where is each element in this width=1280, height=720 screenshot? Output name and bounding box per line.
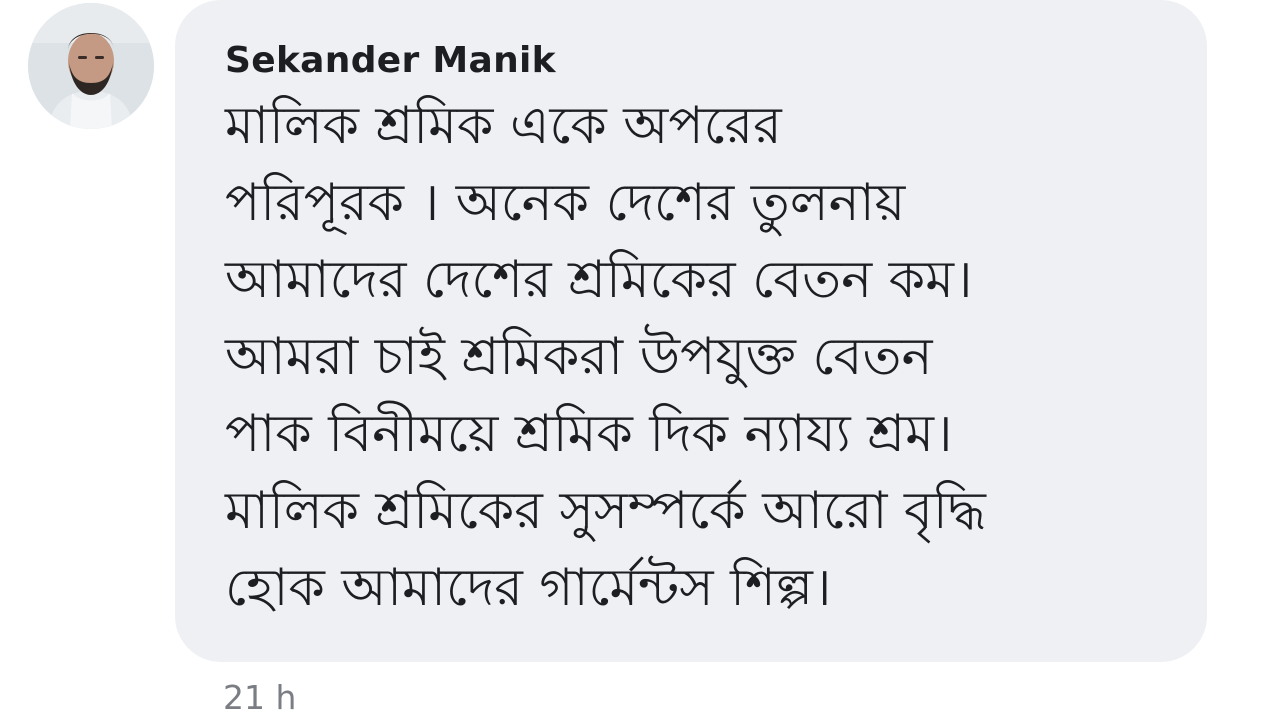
comment-line: পরিপূরক । অনেক দেশের তুলনায় [225,173,906,233]
comment-line: আমাদের দেশের শ্রমিকের বেতন কম। [225,250,973,310]
comment-line: মালিক শ্রমিকের সুসম্পর্কে আরো বৃদ্ধি [225,481,986,541]
comment-line: পাক বিনীময়ে শ্রমিক দিক ন্যায্য শ্রম। [225,404,953,464]
avatar[interactable] [28,3,154,129]
comment-text: মালিক শ্রমিক একে অপরের পরিপূরক । অনেক দে… [225,88,1167,627]
comment-timestamp[interactable]: 21 h [223,676,296,720]
comment-line: আমরা চাই শ্রমিকরা উপযুক্ত বেতন [225,327,933,387]
user-avatar-icon [28,3,154,129]
comment: Sekander Manik মালিক শ্রমিক একে অপরের পর… [0,0,1280,720]
author-name[interactable]: Sekander Manik [225,36,556,86]
comment-line: মালিক শ্রমিক একে অপরের [225,96,782,156]
comment-line: হোক আমাদের গার্মেন্টস শিল্প। [225,558,832,618]
comment-bubble: Sekander Manik মালিক শ্রমিক একে অপরের পর… [175,0,1207,662]
